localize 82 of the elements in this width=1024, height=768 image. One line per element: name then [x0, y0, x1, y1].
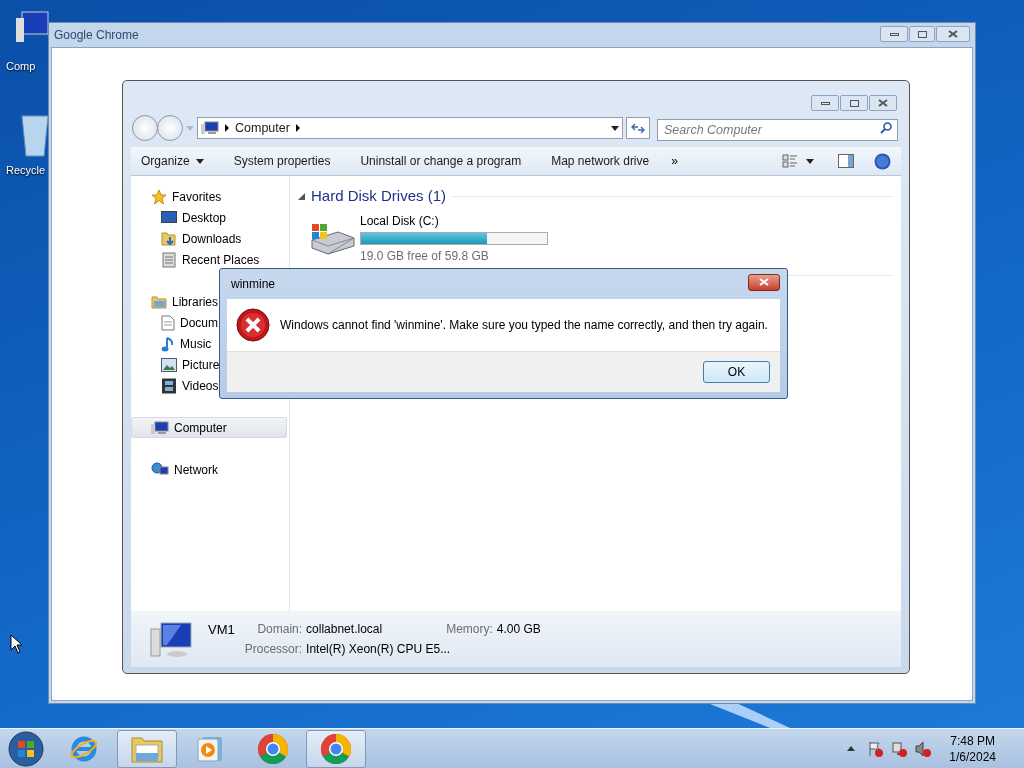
- detail-value: 4.00 GB: [496, 621, 541, 638]
- toolbar-button[interactable]: Map network drive: [551, 152, 650, 170]
- search-field[interactable]: Search Computer: [657, 119, 898, 141]
- music-note-icon: [161, 335, 175, 352]
- breadcrumb-separator-icon: [225, 124, 229, 132]
- close-icon: [878, 99, 888, 107]
- minimize-button[interactable]: [811, 95, 839, 111]
- desktop-icon-label[interactable]: Comp: [6, 58, 36, 75]
- flag-error-icon[interactable]: [867, 740, 884, 757]
- nav-item[interactable]: Favorites: [131, 186, 287, 207]
- folder-icon: [151, 294, 167, 309]
- computer-icon[interactable]: [14, 10, 50, 44]
- address-bar[interactable]: Computer: [197, 117, 623, 139]
- maximize-button[interactable]: [840, 95, 868, 111]
- chrome-icon: [320, 732, 352, 765]
- chrome-icon: [257, 732, 289, 765]
- window-title: Google Chrome: [54, 27, 139, 44]
- dialog-title: winmine: [231, 276, 275, 293]
- detail-value: Intel(R) Xeon(R) CPU E5...: [306, 641, 452, 658]
- toolbar-button[interactable]: System properties: [233, 152, 331, 170]
- taskbar-button[interactable]: [117, 729, 177, 768]
- more-commands-button[interactable]: »: [671, 152, 678, 170]
- search-icon: [880, 122, 892, 134]
- desktop-icon: [161, 211, 177, 224]
- media-player-icon: [196, 734, 224, 763]
- mouse-pointer-icon: [10, 634, 24, 654]
- detail-label: Memory:: [445, 621, 493, 638]
- section-header[interactable]: Hard Disk Drives (1): [311, 185, 446, 208]
- taskbar-button[interactable]: [306, 729, 366, 768]
- clock-date[interactable]: 1/6/2024: [949, 748, 996, 765]
- toolbar-button[interactable]: Organize: [141, 152, 204, 170]
- refresh-button[interactable]: [626, 117, 650, 139]
- dropdown-caret-icon[interactable]: [611, 125, 619, 131]
- dropdown-caret-icon[interactable]: [806, 158, 814, 164]
- picture-icon: [161, 357, 177, 372]
- folder-download-icon: [161, 230, 177, 247]
- computer-icon: [201, 121, 219, 135]
- minimize-button[interactable]: [880, 26, 908, 42]
- expand-arrow-icon[interactable]: [298, 192, 305, 200]
- drive-name[interactable]: Local Disk (C:): [360, 211, 548, 230]
- detail-label: Domain:: [256, 621, 303, 638]
- nav-item[interactable]: Computer: [131, 417, 287, 438]
- document-icon: [161, 314, 175, 331]
- detail-value: collabnet.local: [306, 621, 383, 638]
- folder-icon: [131, 734, 163, 763]
- nav-item[interactable]: Network: [131, 459, 287, 480]
- breadcrumb-separator-icon: [295, 124, 300, 132]
- close-icon: [948, 30, 958, 38]
- preview-pane-icon[interactable]: [838, 154, 854, 168]
- error-icon: [236, 308, 270, 342]
- close-button[interactable]: [869, 95, 897, 111]
- nav-item[interactable]: Downloads: [131, 228, 289, 249]
- desktop-icon-label[interactable]: Recycle: [6, 162, 46, 179]
- drive-space-text: 19.0 GB free of 59.8 GB: [360, 247, 490, 265]
- nav-item[interactable]: Recent Places: [131, 249, 289, 270]
- network-icon: [151, 462, 169, 477]
- ok-button[interactable]: OK: [703, 361, 770, 383]
- film-icon: [161, 377, 177, 394]
- detail-label: Processor:: [244, 641, 303, 658]
- star-icon: [151, 188, 167, 205]
- close-button[interactable]: [748, 273, 780, 291]
- close-button[interactable]: [936, 26, 970, 42]
- volume-muted-icon[interactable]: [915, 740, 932, 757]
- caret-icon: [195, 158, 204, 164]
- clock-time[interactable]: 7:48 PM: [950, 732, 995, 749]
- restore-button[interactable]: [909, 26, 935, 42]
- view-options-icon[interactable]: [782, 154, 798, 168]
- nav-item[interactable]: Desktop: [131, 207, 289, 228]
- error-message: Windows cannot find 'winmine'. Make sure you typed the name correctly, and then try again.: [280, 317, 768, 334]
- computer-name: VM1: [208, 621, 235, 639]
- start-button[interactable]: [8, 730, 44, 767]
- refresh-icon: [631, 123, 645, 133]
- forward-button[interactable]: [157, 115, 183, 141]
- network-error-icon[interactable]: [891, 740, 908, 757]
- recent-places-icon: [161, 251, 177, 268]
- show-hidden-icons-icon[interactable]: [847, 746, 856, 751]
- toolbar-button[interactable]: Uninstall or change a program: [360, 152, 522, 170]
- close-icon: [759, 278, 769, 286]
- computer-icon: [149, 620, 193, 660]
- breadcrumb-item[interactable]: Computer: [235, 118, 290, 138]
- back-button[interactable]: [132, 115, 158, 141]
- computer-icon: [151, 420, 169, 435]
